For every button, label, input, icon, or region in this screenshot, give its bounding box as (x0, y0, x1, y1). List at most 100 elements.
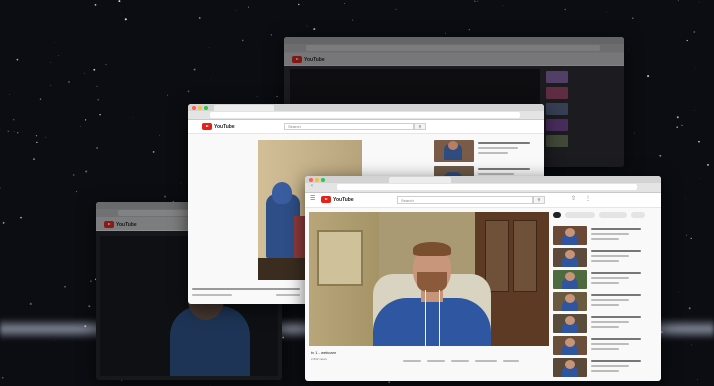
youtube-play-icon (321, 196, 331, 203)
save-button[interactable] (475, 360, 497, 362)
video-thumbnail[interactable] (546, 87, 568, 99)
star (690, 237, 692, 240)
star (99, 113, 101, 116)
text-line (591, 321, 629, 323)
video-player[interactable] (309, 212, 549, 346)
star (94, 4, 97, 6)
menu-icon[interactable]: ☰ (310, 195, 315, 202)
star (688, 307, 691, 310)
address-bar[interactable] (210, 112, 520, 118)
youtube-logo-text: YouTube (214, 123, 235, 130)
star (33, 158, 35, 160)
youtube-logo[interactable]: YouTube (321, 196, 354, 203)
video-thumbnail[interactable] (553, 292, 587, 311)
star (45, 136, 47, 138)
dislike-button[interactable] (427, 360, 445, 362)
star (697, 379, 699, 381)
chip[interactable] (631, 212, 645, 218)
youtube-logo[interactable]: YouTube (202, 123, 235, 130)
star (477, 0, 479, 2)
browser-window-front[interactable]: ‹ ☰ YouTube Search ⚲ ⇧ ⋮ tv 1 - webcam 2… (305, 176, 661, 381)
star (50, 85, 52, 86)
star (678, 291, 679, 293)
star (89, 280, 92, 283)
star (39, 98, 42, 100)
star (84, 72, 86, 74)
star (85, 119, 87, 121)
star (96, 85, 98, 88)
earphone-cable (425, 290, 426, 346)
sidebar-video-item[interactable] (553, 270, 657, 290)
text-line (591, 365, 629, 367)
star (706, 163, 710, 166)
upload-icon[interactable]: ⇧ (571, 195, 576, 202)
like-button[interactable] (403, 360, 421, 362)
chip[interactable] (565, 212, 595, 218)
sidebar-video-item[interactable] (553, 314, 657, 334)
text-line (591, 360, 641, 362)
star (54, 41, 55, 43)
star (124, 18, 127, 21)
recommendation-list (553, 226, 657, 381)
sidebar-video-item[interactable] (553, 358, 657, 378)
person-hair (413, 242, 451, 256)
sidebar-video-item[interactable] (553, 336, 657, 356)
star (235, 10, 237, 11)
star (298, 3, 300, 6)
video-thumbnail[interactable] (553, 248, 587, 267)
youtube-logo[interactable]: YouTube (104, 221, 137, 228)
video-thumbnail[interactable] (546, 103, 568, 115)
sidebar-video-item[interactable] (553, 226, 657, 246)
earphone-cable (439, 290, 440, 346)
text-line (591, 228, 641, 230)
text-line (591, 233, 629, 235)
star (9, 94, 10, 96)
text-line (591, 316, 641, 318)
star (176, 186, 178, 187)
action-bar (403, 358, 543, 364)
video-thumbnail[interactable] (553, 336, 587, 355)
video-thumbnail[interactable] (434, 140, 474, 162)
more-button[interactable] (503, 360, 519, 362)
sidebar-video-item[interactable] (553, 248, 657, 268)
search-input[interactable]: Search (397, 196, 533, 204)
youtube-logo[interactable]: YouTube (292, 56, 325, 63)
share-button[interactable] (451, 360, 469, 362)
back-arrow-icon[interactable]: ‹ (311, 183, 313, 189)
video-thumbnail[interactable] (553, 314, 587, 333)
star (105, 64, 107, 66)
video-thumbnail[interactable] (546, 135, 568, 147)
star (395, 8, 397, 10)
chip-all[interactable] (553, 212, 561, 218)
star (68, 80, 70, 83)
video-thumbnail[interactable] (553, 270, 587, 289)
search-input[interactable]: Search (284, 123, 414, 130)
figure-head (272, 182, 292, 204)
star (444, 32, 447, 34)
video-thumbnail[interactable] (553, 226, 587, 245)
youtube-logo-text: YouTube (333, 196, 354, 203)
star (93, 68, 96, 71)
star (352, 19, 354, 21)
video-thumbnail[interactable] (553, 358, 587, 377)
video-thumbnail[interactable] (546, 71, 568, 83)
address-bar[interactable] (337, 184, 637, 190)
star (694, 109, 695, 111)
search-button[interactable]: ⚲ (533, 196, 545, 204)
person-shirt (373, 298, 491, 346)
chip[interactable] (599, 212, 627, 218)
text-line (591, 272, 641, 274)
star (628, 49, 630, 51)
video-thumbnail[interactable] (546, 119, 568, 131)
text-line (591, 238, 619, 240)
window-chrome (188, 104, 544, 120)
star (50, 62, 51, 63)
star (502, 5, 504, 6)
star (16, 132, 19, 134)
video-title: tv 1 - webcam (311, 350, 336, 355)
star (180, 182, 182, 184)
search-button[interactable]: ⚲ (414, 123, 426, 130)
star (36, 141, 38, 144)
sidebar-video-item[interactable] (553, 292, 657, 312)
apps-icon[interactable]: ⋮ (585, 195, 591, 202)
